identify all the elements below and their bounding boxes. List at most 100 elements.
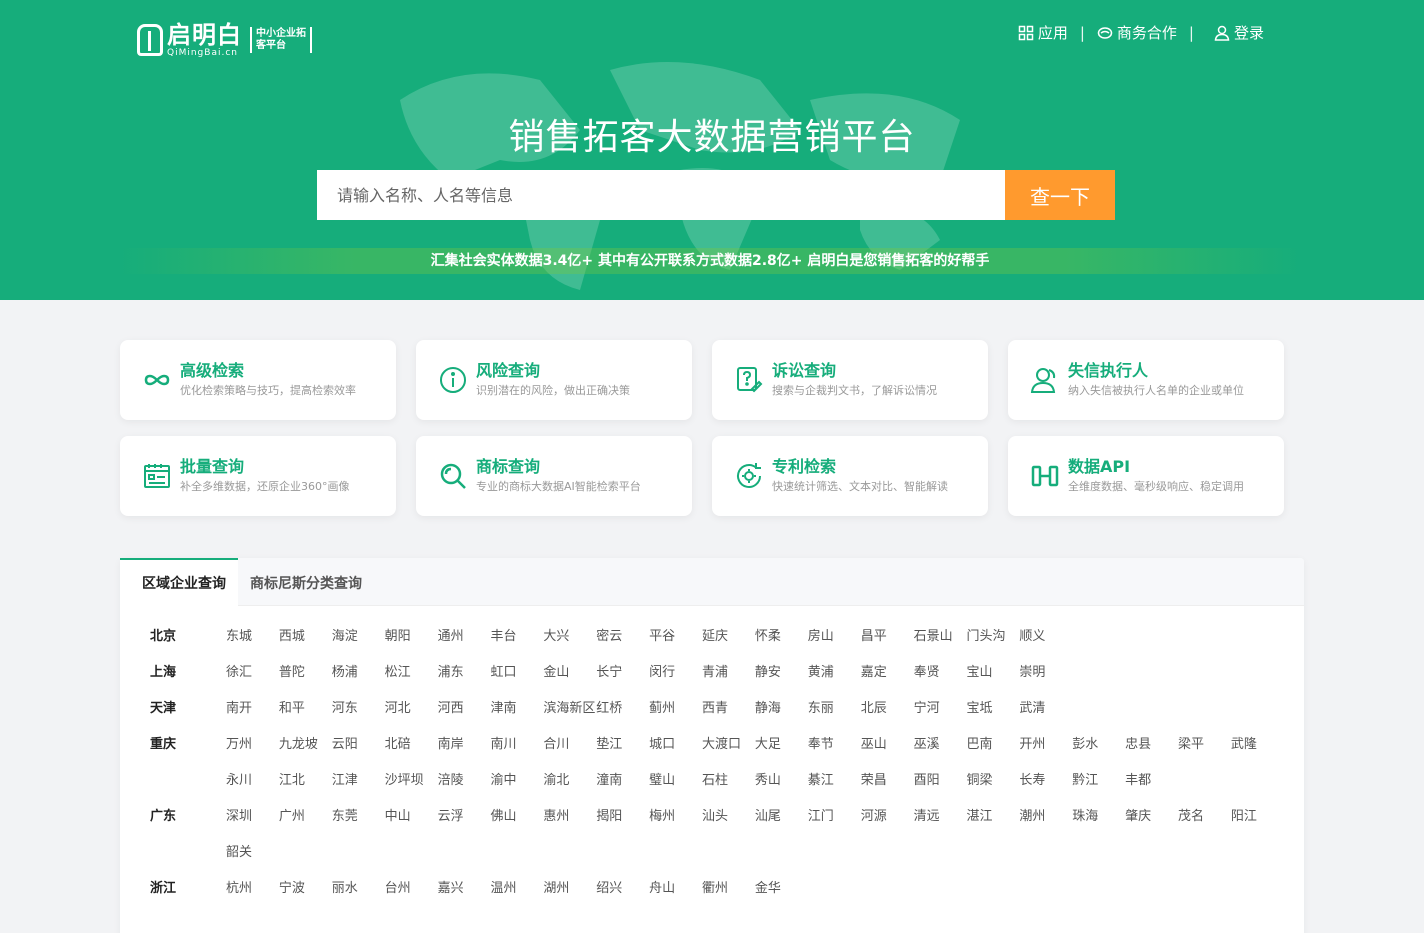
district-link[interactable]: 大兴 bbox=[543, 626, 596, 662]
district-link[interactable]: 宁河 bbox=[914, 698, 967, 734]
district-link[interactable]: 长寿 bbox=[1019, 770, 1072, 806]
district-link[interactable]: 奉贤 bbox=[914, 662, 967, 698]
district-link[interactable]: 滨海新区 bbox=[543, 698, 596, 734]
district-link[interactable]: 韶关 bbox=[226, 842, 279, 878]
district-link[interactable]: 宁波 bbox=[279, 878, 332, 914]
tab-nice-classification[interactable]: 商标尼斯分类查询 bbox=[238, 558, 374, 606]
district-link[interactable]: 河源 bbox=[861, 806, 914, 842]
region-name[interactable]: 上海 bbox=[150, 662, 226, 698]
district-link[interactable]: 奉节 bbox=[808, 734, 861, 770]
district-link[interactable]: 汕尾 bbox=[755, 806, 808, 842]
district-link[interactable]: 静安 bbox=[755, 662, 808, 698]
district-link[interactable]: 海淀 bbox=[332, 626, 385, 662]
district-link[interactable]: 南开 bbox=[226, 698, 279, 734]
district-link[interactable]: 河北 bbox=[385, 698, 438, 734]
district-link[interactable]: 长宁 bbox=[596, 662, 649, 698]
district-link[interactable]: 阳江 bbox=[1231, 806, 1284, 842]
region-name[interactable]: 广东 bbox=[150, 806, 226, 842]
district-link[interactable]: 沙坪坝 bbox=[385, 770, 438, 806]
card-data-api[interactable]: 数据API 全维度数据、毫秒级响应、稳定调用 bbox=[1008, 436, 1284, 516]
district-link[interactable]: 中山 bbox=[385, 806, 438, 842]
district-link[interactable]: 衢州 bbox=[702, 878, 755, 914]
district-link[interactable]: 门头沟 bbox=[966, 626, 1019, 662]
district-link[interactable]: 合川 bbox=[543, 734, 596, 770]
district-link[interactable]: 武清 bbox=[1019, 698, 1072, 734]
district-link[interactable]: 綦江 bbox=[808, 770, 861, 806]
district-link[interactable]: 潼南 bbox=[596, 770, 649, 806]
district-link[interactable]: 浦东 bbox=[438, 662, 491, 698]
district-link[interactable]: 丰台 bbox=[490, 626, 543, 662]
district-link[interactable]: 黔江 bbox=[1072, 770, 1125, 806]
district-link[interactable]: 黄浦 bbox=[808, 662, 861, 698]
district-link[interactable]: 梅州 bbox=[649, 806, 702, 842]
district-link[interactable]: 徐汇 bbox=[226, 662, 279, 698]
region-name[interactable]: 重庆 bbox=[150, 734, 226, 770]
district-link[interactable]: 金山 bbox=[543, 662, 596, 698]
district-link[interactable]: 巫山 bbox=[861, 734, 914, 770]
card-advanced-search[interactable]: 高级检索 优化检索策略与技巧，提高检索效率 bbox=[120, 340, 396, 420]
district-link[interactable]: 城口 bbox=[649, 734, 702, 770]
district-link[interactable]: 江津 bbox=[332, 770, 385, 806]
district-link[interactable]: 房山 bbox=[808, 626, 861, 662]
district-link[interactable]: 垫江 bbox=[596, 734, 649, 770]
district-link[interactable]: 大足 bbox=[755, 734, 808, 770]
district-link[interactable]: 荣昌 bbox=[861, 770, 914, 806]
district-link[interactable]: 静海 bbox=[755, 698, 808, 734]
district-link[interactable]: 大渡口 bbox=[702, 734, 755, 770]
district-link[interactable]: 酉阳 bbox=[914, 770, 967, 806]
district-link[interactable]: 渝北 bbox=[543, 770, 596, 806]
search-button[interactable]: 查一下 bbox=[1005, 170, 1115, 220]
region-name[interactable]: 北京 bbox=[150, 626, 226, 662]
nav-apps[interactable]: 应用 bbox=[1018, 22, 1068, 43]
district-link[interactable]: 武隆 bbox=[1231, 734, 1284, 770]
district-link[interactable]: 湖州 bbox=[543, 878, 596, 914]
nav-login[interactable]: 登录 bbox=[1214, 22, 1264, 43]
district-link[interactable]: 惠州 bbox=[543, 806, 596, 842]
district-link[interactable]: 石柱 bbox=[702, 770, 755, 806]
district-link[interactable]: 昌平 bbox=[861, 626, 914, 662]
district-link[interactable]: 忠县 bbox=[1125, 734, 1178, 770]
district-link[interactable]: 河西 bbox=[438, 698, 491, 734]
district-link[interactable]: 台州 bbox=[385, 878, 438, 914]
district-link[interactable]: 普陀 bbox=[279, 662, 332, 698]
district-link[interactable]: 丽水 bbox=[332, 878, 385, 914]
district-link[interactable]: 渝中 bbox=[490, 770, 543, 806]
district-link[interactable]: 万州 bbox=[226, 734, 279, 770]
district-link[interactable]: 巴南 bbox=[966, 734, 1019, 770]
district-link[interactable]: 湛江 bbox=[966, 806, 1019, 842]
district-link[interactable]: 璧山 bbox=[649, 770, 702, 806]
district-link[interactable]: 江北 bbox=[279, 770, 332, 806]
district-link[interactable]: 虹口 bbox=[490, 662, 543, 698]
district-link[interactable]: 佛山 bbox=[490, 806, 543, 842]
district-link[interactable]: 开州 bbox=[1019, 734, 1072, 770]
district-link[interactable]: 通州 bbox=[438, 626, 491, 662]
district-link[interactable]: 北辰 bbox=[861, 698, 914, 734]
district-link[interactable]: 嘉定 bbox=[861, 662, 914, 698]
district-link[interactable]: 青浦 bbox=[702, 662, 755, 698]
district-link[interactable]: 温州 bbox=[490, 878, 543, 914]
district-link[interactable]: 顺义 bbox=[1019, 626, 1072, 662]
card-batch-query[interactable]: 批量查询 补全多维数据，还原企业360°画像 bbox=[120, 436, 396, 516]
district-link[interactable]: 宝山 bbox=[966, 662, 1019, 698]
district-link[interactable]: 怀柔 bbox=[755, 626, 808, 662]
district-link[interactable]: 梁平 bbox=[1178, 734, 1231, 770]
district-link[interactable]: 清远 bbox=[914, 806, 967, 842]
district-link[interactable]: 云阳 bbox=[332, 734, 385, 770]
region-name[interactable]: 天津 bbox=[150, 698, 226, 734]
district-link[interactable]: 涪陵 bbox=[438, 770, 491, 806]
district-link[interactable]: 延庆 bbox=[702, 626, 755, 662]
district-link[interactable]: 江门 bbox=[808, 806, 861, 842]
district-link[interactable]: 河东 bbox=[332, 698, 385, 734]
district-link[interactable]: 津南 bbox=[490, 698, 543, 734]
district-link[interactable]: 南川 bbox=[490, 734, 543, 770]
district-link[interactable]: 北碚 bbox=[385, 734, 438, 770]
tab-region-query[interactable]: 区域企业查询 bbox=[120, 558, 238, 606]
search-input[interactable] bbox=[317, 170, 1005, 220]
district-link[interactable]: 舟山 bbox=[649, 878, 702, 914]
district-link[interactable]: 密云 bbox=[596, 626, 649, 662]
district-link[interactable]: 石景山 bbox=[914, 626, 967, 662]
district-link[interactable]: 绍兴 bbox=[596, 878, 649, 914]
card-trademark-query[interactable]: 商标查询 专业的商标大数据AI智能检索平台 bbox=[416, 436, 692, 516]
district-link[interactable]: 松江 bbox=[385, 662, 438, 698]
district-link[interactable]: 和平 bbox=[279, 698, 332, 734]
